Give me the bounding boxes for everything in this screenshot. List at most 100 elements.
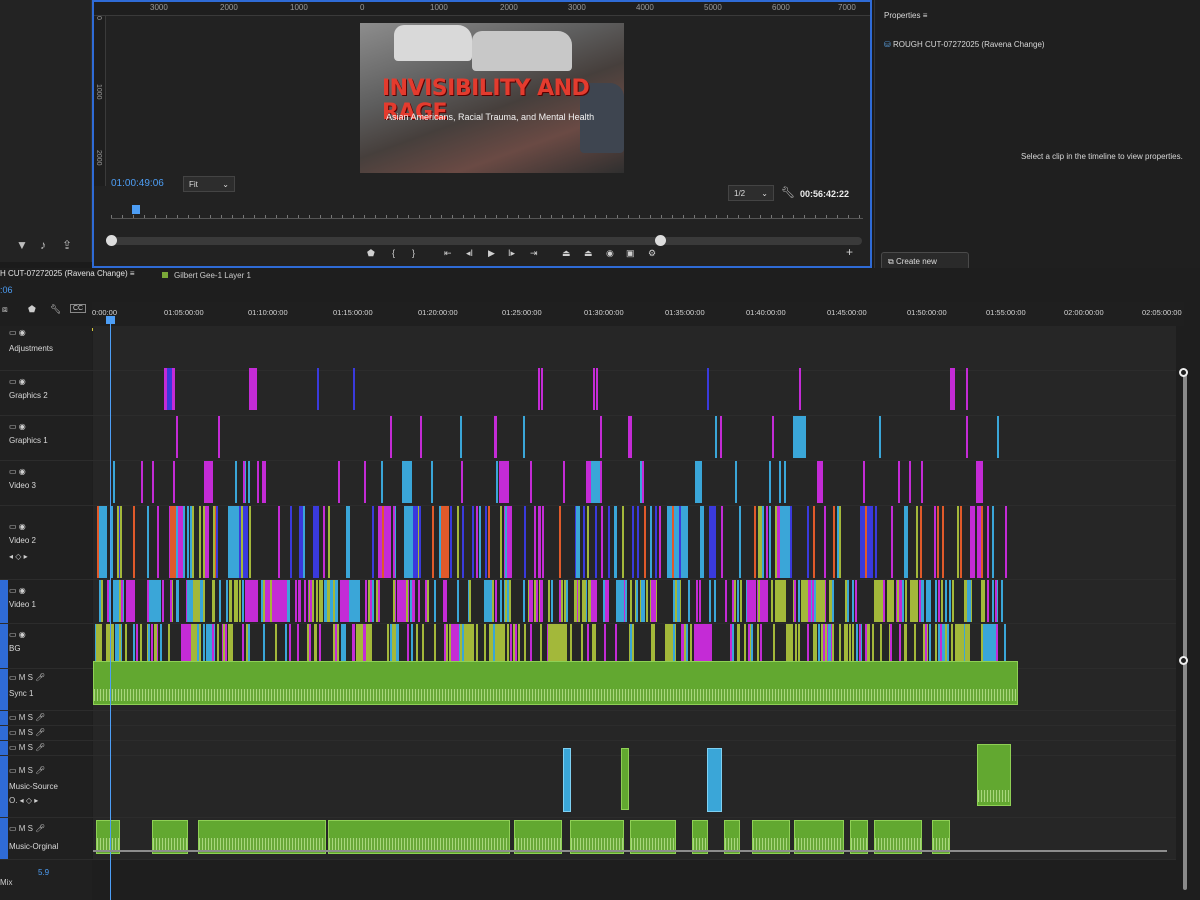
video-clip[interactable] (772, 624, 775, 666)
audio-clip-music[interactable] (198, 820, 326, 854)
video-clip[interactable] (750, 624, 753, 666)
video-clip[interactable] (290, 506, 293, 578)
keyframe-nav-icons[interactable]: O. ◂ ◇ ▸ (9, 796, 38, 805)
video-clip[interactable] (381, 506, 384, 578)
video-clip[interactable] (201, 580, 204, 622)
video-clip[interactable] (256, 461, 259, 503)
video-clip[interactable] (563, 461, 566, 503)
video-clip[interactable] (710, 624, 713, 666)
video-clip[interactable] (235, 580, 238, 622)
comparison-view-icon[interactable]: ▣ (626, 248, 635, 259)
video-clip[interactable] (630, 580, 633, 622)
video-clip[interactable] (100, 580, 103, 622)
video-clip[interactable] (719, 416, 722, 458)
audio-clip-music[interactable] (96, 820, 120, 854)
video-clip[interactable] (871, 624, 874, 666)
in-point-icon[interactable]: { (392, 248, 395, 258)
video-clip[interactable] (652, 624, 655, 666)
video-clip[interactable] (509, 624, 512, 666)
video-clip[interactable] (218, 416, 221, 458)
video-clip[interactable] (991, 624, 994, 666)
video-clip[interactable] (242, 580, 245, 622)
video-clip[interactable] (831, 580, 834, 622)
audio-clip-music[interactable] (570, 820, 624, 854)
video-clip[interactable] (270, 580, 273, 622)
video-clip[interactable] (806, 506, 809, 578)
video-clip[interactable] (284, 624, 287, 666)
video-clip[interactable] (814, 580, 817, 622)
video-clip[interactable] (698, 580, 701, 622)
timeline-ruler[interactable]: 0:00:00 01:05:00:00 01:10:00:00 01:15:00… (92, 302, 1184, 326)
video-clip[interactable] (364, 580, 367, 622)
video-clip[interactable] (736, 624, 739, 666)
snap-icon[interactable]: ⧈ (2, 304, 8, 315)
video-clip[interactable] (966, 416, 969, 458)
video-clip[interactable] (146, 506, 149, 578)
video-clip[interactable] (197, 624, 200, 666)
video-clip[interactable] (148, 624, 151, 666)
video-clip[interactable] (980, 506, 983, 578)
video-clip[interactable] (625, 580, 628, 622)
video-clip[interactable] (518, 624, 521, 666)
video-clip[interactable] (170, 580, 173, 622)
video-clip[interactable] (618, 580, 621, 622)
audio-clip-selected[interactable] (563, 748, 571, 812)
track-toggle-icons[interactable]: ▭ ◉ (9, 422, 26, 431)
video-clip[interactable] (166, 368, 172, 410)
step-forward-icon[interactable]: I▸ (508, 248, 515, 259)
video-clip[interactable] (711, 506, 717, 578)
vertical-scrollbar[interactable] (1183, 370, 1187, 890)
video-clip[interactable] (294, 580, 297, 622)
video-clip[interactable] (249, 368, 257, 410)
video-clip[interactable] (709, 580, 712, 622)
video-clip[interactable] (688, 580, 691, 622)
video-preview[interactable]: INVISIBILITY AND RAGE Asian Americans, R… (360, 23, 624, 173)
video-clip[interactable] (227, 506, 236, 578)
video-clip[interactable] (351, 580, 354, 622)
video-clip[interactable] (580, 624, 583, 666)
video-clip[interactable] (655, 506, 658, 578)
video-clip[interactable] (601, 506, 604, 578)
video-clip[interactable] (847, 580, 850, 622)
video-clip[interactable] (674, 580, 677, 622)
video-clip[interactable] (859, 506, 862, 578)
video-clip[interactable] (950, 368, 955, 410)
video-clip[interactable] (733, 580, 736, 622)
video-clip[interactable] (945, 580, 948, 622)
video-clip[interactable] (432, 506, 434, 578)
video-clip[interactable] (964, 624, 967, 666)
video-clip[interactable] (801, 580, 804, 622)
lift-icon[interactable]: ⏏ (562, 248, 571, 259)
video-clip[interactable] (147, 580, 150, 622)
wrench-icon[interactable]: 🔧︎ (781, 186, 795, 199)
video-clip[interactable] (205, 624, 212, 666)
video-clip[interactable] (924, 624, 927, 666)
video-clip[interactable] (430, 461, 433, 503)
audio-clip-icon[interactable]: ♪ (40, 238, 46, 252)
video-clip[interactable] (969, 580, 972, 622)
video-clip[interactable] (997, 416, 1000, 458)
video-clip[interactable] (992, 580, 995, 622)
video-clip[interactable] (948, 580, 951, 622)
video-clip[interactable] (507, 624, 510, 666)
mix-volume-value[interactable]: 5.9 (38, 868, 49, 877)
video-clip[interactable] (910, 580, 918, 622)
video-clip[interactable] (363, 461, 366, 503)
video-clip[interactable] (191, 506, 194, 578)
video-clip[interactable] (116, 506, 119, 578)
video-clip[interactable] (864, 506, 867, 578)
video-clip[interactable] (206, 506, 209, 578)
video-clip[interactable] (239, 580, 242, 622)
video-clip[interactable] (771, 416, 774, 458)
track-msr-icons[interactable]: ▭ M S 🎤︎ (9, 743, 45, 752)
filter-icon[interactable]: ▼ (16, 238, 28, 252)
video-clip[interactable] (929, 624, 932, 666)
monitor-time-ruler[interactable] (111, 207, 863, 219)
video-clip[interactable] (492, 580, 495, 622)
track-lane[interactable] (93, 756, 1176, 817)
video-clip[interactable] (176, 580, 179, 622)
video-clip[interactable] (570, 624, 573, 666)
video-clip[interactable] (479, 506, 481, 578)
video-clip[interactable] (986, 580, 989, 622)
audio-clip-music[interactable] (630, 820, 676, 854)
